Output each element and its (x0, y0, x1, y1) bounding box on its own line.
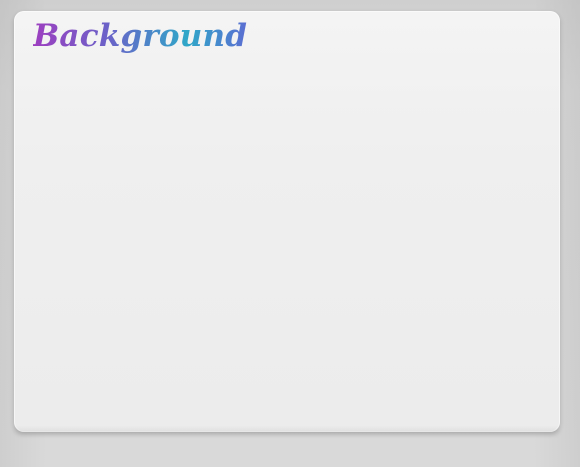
slide-title: Background (33, 18, 248, 54)
slide-panel: Background (14, 11, 560, 432)
